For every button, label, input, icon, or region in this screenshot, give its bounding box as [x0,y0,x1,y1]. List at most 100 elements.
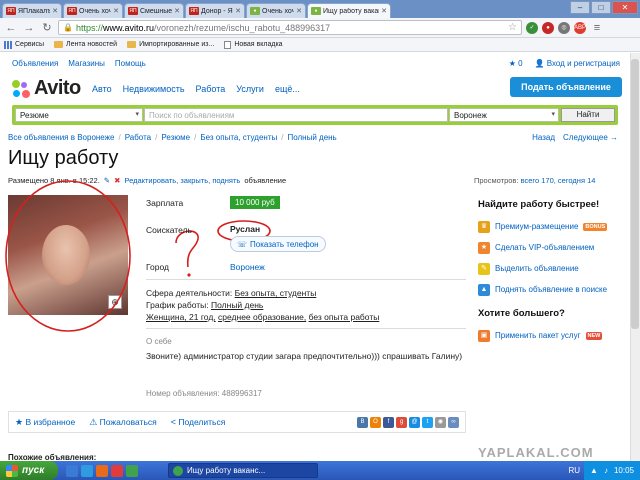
back-link[interactable]: Назад [532,133,555,142]
breadcrumb-item[interactable]: Работа [125,133,151,142]
bookmark-star-icon[interactable]: ☆ [508,22,517,33]
views-counter: Просмотров: всего 170, сегодня 14 [474,176,596,185]
zoom-icon[interactable]: ⊕ [108,295,122,309]
link-icon[interactable]: ∞ [448,416,459,428]
page-title: Ищу работу [8,147,119,169]
watermark: YAPLAKAL.COM [478,445,594,460]
link-shops[interactable]: Магазины [68,59,105,68]
browser-tab[interactable]: ЯПОчень хочу работ✕ [63,3,123,18]
nav-auto[interactable]: Авто [92,84,112,94]
breadcrumb-item[interactable]: Полный день [287,133,336,142]
favorites-link[interactable]: ★ 0 [509,59,523,68]
raise-ad-link[interactable]: ▲ Поднять объявление в поиске [478,279,628,300]
tray-icon[interactable]: ▲ [590,466,598,475]
mail-ru-icon[interactable]: @ [409,416,420,428]
nav-realty[interactable]: Недвижимость [123,84,185,94]
complain-button[interactable]: ⚠ Пожаловаться [89,417,157,428]
seeker-name: Руслан [230,224,261,234]
adblock-icon[interactable]: ABP [574,21,586,34]
extension-icon[interactable]: ◎ [558,21,570,34]
close-tab-icon[interactable]: ✕ [113,7,119,15]
avito-logo[interactable]: Avito [12,77,81,100]
volume-icon[interactable]: ♪ [604,466,608,475]
bookmark-services[interactable]: Сервисы [4,40,44,49]
minimize-icon[interactable]: – [570,1,590,14]
back-arrow-icon[interactable]: ← [4,21,18,35]
close-tab-icon[interactable]: ✕ [381,7,387,15]
vk-icon[interactable]: В [357,416,368,428]
make-vip-link[interactable]: ★ Сделать VIP-объявлением [478,237,628,258]
scrollbar-thumb[interactable] [631,59,639,329]
show-phone-button[interactable]: ☏ Показать телефон [230,236,326,252]
close-window-icon[interactable]: ✕ [612,1,638,14]
edit-ad-link[interactable]: Редактировать, закрыть, поднять [124,176,240,185]
share-button[interactable]: < Поделиться [171,417,226,427]
breadcrumb-item[interactable]: Без опыта, студенты [200,133,277,142]
close-tab-icon[interactable]: ✕ [235,7,241,15]
service-package-link[interactable]: ▣ Применить пакет услуг NEW [478,325,628,346]
google-plus-icon[interactable]: g [396,416,407,428]
language-indicator[interactable]: RU [568,466,580,475]
close-tab-icon[interactable]: ✕ [296,7,302,15]
city-select[interactable]: Воронеж ▾ [449,108,559,122]
chrome-icon [173,465,183,476]
link-ads[interactable]: Объявления [12,59,58,68]
url-input[interactable]: 🔒 https://www.avito.ru/voronezh/rezume/i… [58,20,522,35]
folder-icon [127,41,137,48]
browser-tab[interactable]: ЯПСмешные коммент✕ [124,3,184,18]
desktop-icon[interactable] [66,464,78,477]
breadcrumb-item[interactable]: Все объявления в Воронеже [8,133,114,142]
windows-logo-icon [6,464,18,477]
category-select[interactable]: Резюме ▾ [15,108,143,122]
reload-icon[interactable]: ↻ [40,21,54,35]
chrome-icon[interactable] [126,464,138,477]
nav-jobs[interactable]: Работа [196,84,226,94]
forward-arrow-icon[interactable]: → [22,21,36,35]
ie-icon[interactable] [81,464,93,477]
premium-placement-link[interactable]: ♛ Премиум-размещение BONUS [478,216,628,237]
login-link[interactable]: 👤 Вход и регистрация [535,59,620,68]
link-help[interactable]: Помощь [115,59,146,68]
bookmark-new-tab[interactable]: Новая вкладка [224,40,283,49]
start-button[interactable]: пуск [0,461,58,480]
bookmark-news[interactable]: Лента новостей [54,41,117,48]
breadcrumb-item[interactable]: Резюме [161,133,190,142]
action-bar: ★ В избранное ⚠ Пожаловаться < Поделитьс… [8,411,466,433]
bookmark-imported[interactable]: Импортированные из... [127,41,214,48]
browser-tab[interactable]: ЯПДонор - ЯПлакалъ✕ [185,3,245,18]
firefox-icon[interactable] [96,464,108,477]
search-input[interactable]: Поиск по объявлениям [144,108,448,122]
close-tab-icon[interactable]: ✕ [52,7,58,15]
highlight-ad-link[interactable]: ✎ Выделить объявление [478,258,628,279]
browser-tab-active[interactable]: ● Ищу работу вакан ✕ [307,3,391,18]
taskbar-task-chrome[interactable]: Ищу работу ваканс... [168,463,318,478]
divider [146,279,466,280]
promo-sidebar: Найдите работу быстрее! ♛ Премиум-размеще… [478,199,628,346]
extension-icon[interactable]: ● [542,21,554,34]
maximize-icon[interactable]: □ [591,1,611,14]
next-link[interactable]: Следующее → [563,133,618,142]
odnoklassniki-icon[interactable]: О [370,416,381,428]
city-link[interactable]: Воронеж [230,262,265,272]
livejournal-icon[interactable]: ◉ [435,416,446,428]
post-ad-button[interactable]: Подать объявление [510,77,622,97]
ad-photo[interactable]: ⊕ [8,195,128,315]
promo-heading: Хотите большего? [478,308,565,319]
chevron-down-icon: ▾ [135,111,139,118]
twitter-icon[interactable]: t [422,416,433,428]
nav-more[interactable]: ещё... [275,84,300,94]
browser-tab[interactable]: ЯП ЯПлакалъ ✕ [2,3,62,18]
menu-icon[interactable]: ≡ [590,21,604,35]
clock[interactable]: 10:05 [614,466,634,475]
city-label: Город [146,262,169,272]
ad-pager: Назад Следующее → [532,133,618,142]
scrollbar[interactable] [630,53,640,461]
extension-icon[interactable]: ✓ [526,21,538,34]
nav-services[interactable]: Услуги [236,84,264,94]
opera-icon[interactable] [111,464,123,477]
add-to-favorites-button[interactable]: ★ В избранное [15,417,75,428]
search-button[interactable]: Найти [561,108,615,122]
facebook-icon[interactable]: f [383,416,394,428]
close-tab-icon[interactable]: ✕ [174,7,180,15]
browser-tab[interactable]: ●Очень хочу работ✕ [246,3,306,18]
